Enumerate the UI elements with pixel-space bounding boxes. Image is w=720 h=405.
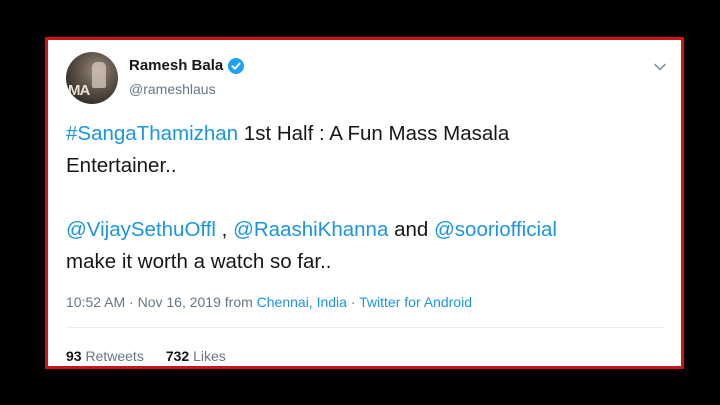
- source-link[interactable]: Twitter for Android: [359, 294, 472, 310]
- avatar-figure: [92, 62, 106, 88]
- avatar[interactable]: MA: [66, 52, 118, 104]
- likes-count: 732: [165, 348, 190, 364]
- retweets-count: 93: [66, 348, 82, 364]
- author-name-text: Ramesh Bala: [129, 57, 224, 74]
- divider: [66, 327, 663, 328]
- tweet-line-2: Entertainer..: [66, 154, 177, 177]
- avatar-lettering: MA: [68, 82, 90, 99]
- meta-separator: ·: [346, 294, 360, 310]
- mention-link-1[interactable]: @VijaySethuOffl: [66, 218, 216, 241]
- likes-label: Likes: [189, 348, 226, 364]
- tweet-line-1: #SangaThamizhan 1st Half : A Fun Mass Ma…: [66, 118, 656, 150]
- tweet-meta: 10:52 AM · Nov 16, 2019 from Chennai, In…: [66, 294, 472, 310]
- author-name[interactable]: Ramesh Bala: [129, 57, 245, 74]
- and-text: and: [388, 218, 434, 241]
- hashtag-link[interactable]: #SangaThamizhan: [66, 122, 238, 145]
- tweet-line-3: @VijaySethuOffl , @RaashiKhanna and @soo…: [66, 214, 656, 246]
- tweet-line-4: make it worth a watch so far..: [66, 250, 332, 273]
- chevron-down-icon[interactable]: [653, 60, 667, 74]
- tweet-text: #SangaThamizhan 1st Half : A Fun Mass Ma…: [66, 118, 656, 278]
- retweets-stat[interactable]: 93 Retweets: [66, 348, 144, 364]
- mention-link-2[interactable]: @RaashiKhanna: [233, 218, 388, 241]
- verified-badge-icon: [228, 57, 245, 74]
- tweet-card: MA Ramesh Bala @rameshlaus #SangaThamizh…: [45, 37, 684, 369]
- author-handle[interactable]: @rameshlaus: [129, 81, 216, 97]
- timestamp[interactable]: 10:52 AM · Nov 16, 2019 from: [66, 294, 257, 310]
- retweets-label: Retweets: [81, 348, 144, 364]
- location-link[interactable]: Chennai, India: [257, 294, 347, 310]
- separator-text: ,: [215, 218, 234, 241]
- likes-stat[interactable]: 732 Likes: [166, 348, 226, 364]
- tweet-line-1-text: 1st Half : A Fun Mass Masala: [238, 122, 510, 145]
- tweet-stats: 93 Retweets 732 Likes: [66, 348, 226, 364]
- mention-link-3[interactable]: @sooriofficial: [434, 218, 557, 241]
